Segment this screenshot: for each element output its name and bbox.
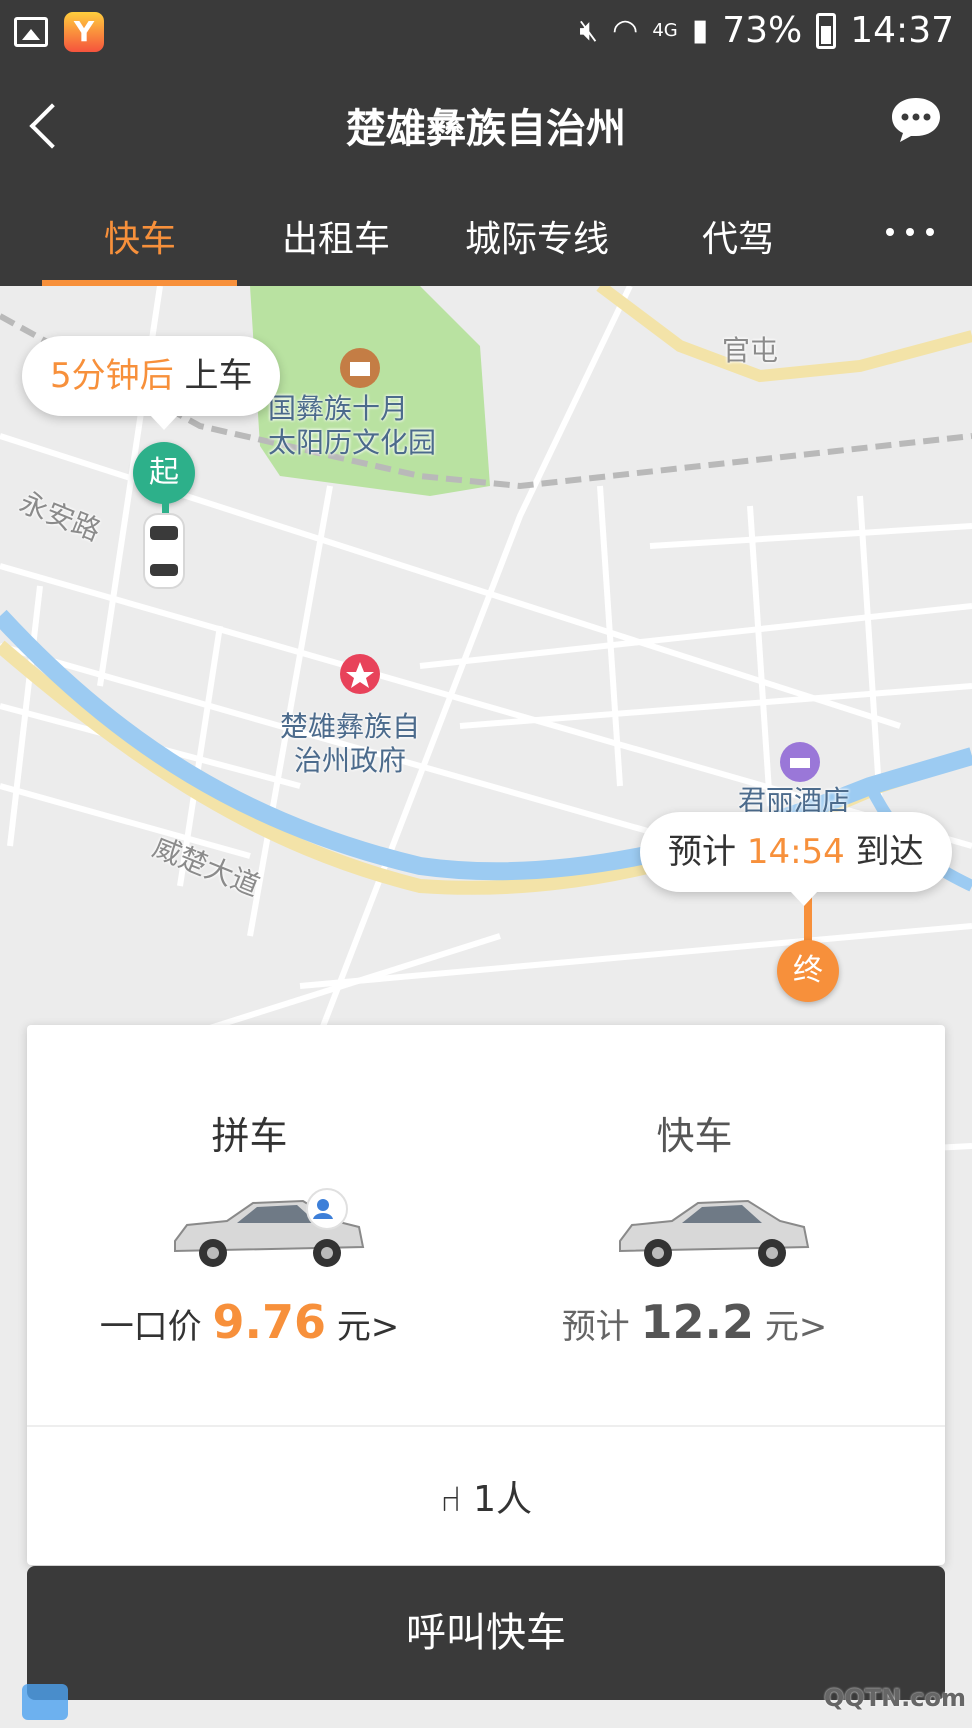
- option-title: 拼车: [211, 1114, 288, 1158]
- page-title: 楚雄彝族自治州: [346, 106, 626, 152]
- express-car-icon: [619, 1199, 810, 1267]
- signal-icon: ▮: [691, 13, 709, 48]
- carpool-car-icon: [174, 1188, 365, 1267]
- wifi-icon: ◠: [612, 13, 639, 48]
- mute-icon: 🔇︎: [579, 13, 599, 48]
- tab-taxi[interactable]: 出租车: [282, 210, 390, 262]
- battery-icon: [816, 12, 837, 49]
- seat-icon: ⑁: [440, 1479, 462, 1520]
- map-provider-logo: [22, 1684, 68, 1720]
- card-divider: [27, 1425, 945, 1427]
- pickup-time-bubble: 5分钟后 上车: [22, 336, 281, 430]
- ride-options-card: 拼车 一口价 9.76 元> 快车 预计 12.2 元> ⑁ 1人: [27, 1025, 945, 1565]
- option-express[interactable]: 快车 预计 12.2 元>: [472, 1025, 917, 1425]
- app-notification-icon: Y: [64, 12, 104, 52]
- option-carpool[interactable]: 拼车 一口价 9.76 元>: [27, 1025, 472, 1425]
- eta-bubble: 预计 14:54 到达: [640, 812, 952, 906]
- passenger-count-selector[interactable]: ⑁ 1人: [27, 1470, 945, 1522]
- tab-designated-driver[interactable]: 代驾: [702, 210, 774, 262]
- end-pin: 终: [777, 940, 839, 1002]
- service-tabs: 快车 出租车 城际专线 代驾: [0, 186, 972, 286]
- start-pin: 起: [133, 442, 195, 504]
- clock: 14:37: [850, 10, 954, 51]
- driver-car-icon: [143, 513, 185, 589]
- more-tabs-icon[interactable]: [886, 228, 934, 236]
- tab-express[interactable]: 快车: [104, 210, 176, 262]
- carpool-price: 一口价 9.76 元>: [99, 1295, 400, 1349]
- gallery-notification-icon: [14, 17, 48, 47]
- app-header: 楚雄彝族自治州 快车 出租车 城际专线 代驾: [0, 66, 972, 286]
- call-ride-button[interactable]: 呼叫快车: [27, 1566, 945, 1700]
- battery-percent: 73%: [722, 10, 803, 51]
- express-price: 预计 12.2 元>: [561, 1295, 828, 1349]
- network-type: 4G: [652, 20, 678, 41]
- passenger-count: 1人: [473, 1479, 532, 1520]
- message-icon[interactable]: [890, 94, 942, 146]
- map-label-park: 国彝族十月 太阳历文化园: [268, 392, 437, 459]
- map-label-guantun: 官屯: [722, 334, 779, 367]
- status-bar: Y 🔇︎ ◠ 4G ▮ 73% 14:37: [0, 0, 972, 66]
- option-title: 快车: [656, 1114, 733, 1158]
- tab-intercity[interactable]: 城际专线: [465, 210, 609, 262]
- map-label-government: 楚雄彝族自 治州政府: [280, 710, 421, 777]
- watermark: QQTN.com: [823, 1684, 966, 1712]
